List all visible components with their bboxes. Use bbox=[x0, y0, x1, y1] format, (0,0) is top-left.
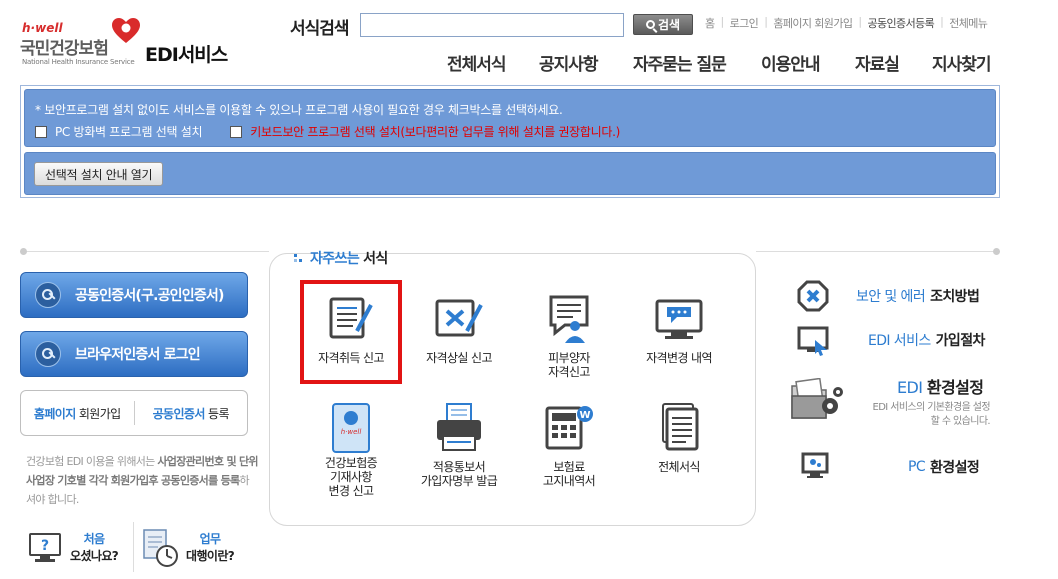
first-visit-label-2: 오셨나요? bbox=[70, 549, 119, 563]
form-item-label: 건강보험증 기재사항 변경 신고 bbox=[324, 456, 378, 498]
left-divider-dot bbox=[20, 248, 27, 255]
nav-faq[interactable]: 자주묻는 질문 bbox=[633, 50, 727, 75]
monitor-question-icon: ? bbox=[29, 533, 61, 562]
document-x-icon bbox=[435, 299, 483, 337]
form-item-insurance-card-change[interactable]: h·well 건강보험증 기재사항 변경 신고 bbox=[301, 402, 401, 498]
service-name: EDI서비스 bbox=[145, 44, 228, 66]
bullet-icon bbox=[294, 254, 302, 262]
hwell-text: h·well bbox=[22, 21, 63, 35]
pc-env-setting-link[interactable]: PC 환경설정 bbox=[908, 457, 980, 477]
security-options-panel: * 보안프로그램 설치 없이도 서비스를 이용할 수 있으나 프로그램 사용이 … bbox=[24, 89, 996, 147]
nhis-logo[interactable]: h·well 국민건강보험 National Health Insurance … bbox=[20, 18, 235, 72]
person-speech-icon bbox=[549, 295, 589, 343]
first-visit-link[interactable]: ? 처음 오셨나요? bbox=[28, 524, 138, 572]
svg-text:?: ? bbox=[41, 538, 49, 554]
logo-english-name: National Health Insurance Service bbox=[22, 58, 135, 66]
util-all-menu-link[interactable]: 전체메뉴 bbox=[949, 15, 988, 31]
edi-env-setting-desc: EDI 서비스의 기본환경을 설정 할 수 있습니다. bbox=[872, 402, 990, 427]
printer-icon bbox=[437, 403, 481, 451]
security-error-link[interactable]: 보안 및 에러 조치방법 bbox=[856, 286, 980, 306]
signup-register-box: 홈페이지 회원가입 공동인증서 등록 bbox=[20, 390, 248, 436]
form-item-label: 자격변경 내역 bbox=[646, 351, 712, 365]
agent-info-label-2: 대행이란? bbox=[186, 549, 235, 563]
insurance-card-icon: h·well bbox=[332, 403, 370, 453]
svg-text:h·well: h·well bbox=[341, 428, 362, 436]
form-item-subscriber-list-issue[interactable]: 적용통보서 가입자명부 발급 bbox=[409, 402, 509, 488]
right-divider-dot bbox=[993, 248, 1000, 255]
join-process-icon bbox=[797, 326, 829, 356]
form-item-qualification-loss[interactable]: 자격상실 신고 bbox=[409, 293, 509, 365]
util-home-link[interactable]: 홈 bbox=[705, 15, 715, 31]
nav-guide[interactable]: 이용안내 bbox=[761, 50, 821, 75]
first-visit-label-1: 처음 bbox=[83, 532, 105, 546]
key-icon bbox=[35, 341, 61, 367]
form-item-qualification-change[interactable]: 자격변경 내역 bbox=[629, 293, 729, 365]
search-button[interactable]: 검색 bbox=[633, 14, 693, 35]
agent-info-label-1: 업무 bbox=[199, 532, 221, 546]
form-item-dependent-report[interactable]: 피부양자 자격신고 bbox=[519, 293, 619, 379]
monitor-chat-icon bbox=[655, 299, 703, 339]
document-pen-icon bbox=[329, 297, 373, 339]
cert-login-label: 공동인증서(구.공인인증서) bbox=[75, 288, 224, 304]
nav-library[interactable]: 자료실 bbox=[855, 50, 900, 75]
utility-links: 홈 | 로그인 | 홈페이지 회원가입 | 공동인증서등록 | 전체메뉴 bbox=[705, 15, 988, 31]
search-button-label: 검색 bbox=[657, 18, 681, 32]
form-item-label: 자격취득 신고 bbox=[318, 351, 384, 365]
calculator-won-icon: W bbox=[545, 406, 593, 450]
cert-register-button[interactable]: 공동인증서 등록 bbox=[135, 405, 248, 422]
form-item-label: 적용통보서 가입자명부 발급 bbox=[420, 460, 498, 488]
form-item-all-forms[interactable]: 전체서식 bbox=[629, 402, 729, 474]
keyboard-security-option-label[interactable]: 키보드보안 프로그램 선택 설치(보다편리한 업무를 위해 설치를 권장합니다.… bbox=[250, 123, 620, 140]
search-icon bbox=[645, 20, 655, 29]
left-divider bbox=[20, 251, 269, 252]
signup-note: 건강보험 EDI 이용을 위해서는 사업장관리번호 및 단위 사업장 기호별 각… bbox=[26, 455, 259, 506]
pc-settings-icon bbox=[801, 452, 829, 478]
nav-all-forms[interactable]: 전체서식 bbox=[447, 50, 507, 75]
form-item-label: 자격상실 신고 bbox=[426, 351, 492, 365]
search-label: 서식검색 bbox=[290, 19, 350, 39]
homepage-signup-button[interactable]: 홈페이지 회원가입 bbox=[21, 405, 134, 422]
key-icon bbox=[35, 282, 61, 308]
firewall-option-label[interactable]: PC 방화벽 프로그램 선택 설치 bbox=[55, 123, 203, 140]
nav-notices[interactable]: 공지사항 bbox=[539, 50, 599, 75]
divider bbox=[133, 522, 134, 572]
form-item-label: 전체서식 bbox=[658, 460, 700, 474]
firewall-checkbox[interactable] bbox=[35, 125, 47, 138]
util-signup-link[interactable]: 홈페이지 회원가입 bbox=[773, 15, 853, 31]
folder-gear-icon bbox=[791, 378, 843, 419]
logo-korean-name: 국민건강보험 bbox=[20, 39, 109, 59]
security-program-box: * 보안프로그램 설치 없이도 서비스를 이용할 수 있으나 프로그램 사용이 … bbox=[20, 85, 1000, 198]
security-error-icon bbox=[797, 280, 829, 312]
agent-info-link[interactable]: 업무 대행이란? bbox=[140, 524, 260, 572]
heart-logo-icon bbox=[112, 18, 140, 43]
document-stack-icon bbox=[662, 403, 699, 451]
document-clock-icon bbox=[143, 529, 178, 567]
install-guide-button[interactable]: 선택적 설치 안내 열기 bbox=[34, 162, 164, 186]
form-item-premium-notice[interactable]: W 보험료 고지내역서 bbox=[519, 402, 619, 488]
favorite-forms-title: 자주쓰는 서식 bbox=[294, 248, 388, 268]
right-divider bbox=[756, 251, 1000, 252]
security-guide-panel: 선택적 설치 안내 열기 bbox=[24, 152, 996, 195]
security-notice: * 보안프로그램 설치 없이도 서비스를 이용할 수 있으나 프로그램 사용이 … bbox=[35, 103, 563, 117]
form-item-label: 보험료 고지내역서 bbox=[542, 460, 596, 488]
browser-cert-login-label: 브라우저인증서 로그인 bbox=[75, 347, 201, 363]
edi-env-setting-link[interactable]: EDI 환경설정 bbox=[897, 374, 984, 398]
form-item-label: 피부양자 자격신고 bbox=[548, 351, 590, 379]
edi-join-process-link[interactable]: EDI 서비스 가입절차 bbox=[868, 330, 985, 350]
nav-branch-finder[interactable]: 지사찾기 bbox=[932, 50, 992, 75]
form-item-qualification-acquire[interactable]: 자격취득 신고 bbox=[301, 293, 401, 365]
util-cert-register-link[interactable]: 공동인증서등록 bbox=[867, 15, 934, 31]
browser-cert-login-button[interactable]: 브라우저인증서 로그인 bbox=[20, 331, 248, 377]
cert-login-button[interactable]: 공동인증서(구.공인인증서) bbox=[20, 272, 248, 318]
util-login-link[interactable]: 로그인 bbox=[730, 15, 759, 31]
search-input[interactable] bbox=[360, 13, 624, 37]
keyboard-security-checkbox[interactable] bbox=[230, 125, 243, 138]
svg-text:W: W bbox=[579, 410, 590, 421]
security-options-row: PC 방화벽 프로그램 선택 설치 키보드보안 프로그램 선택 설치(보다편리한… bbox=[35, 123, 620, 140]
